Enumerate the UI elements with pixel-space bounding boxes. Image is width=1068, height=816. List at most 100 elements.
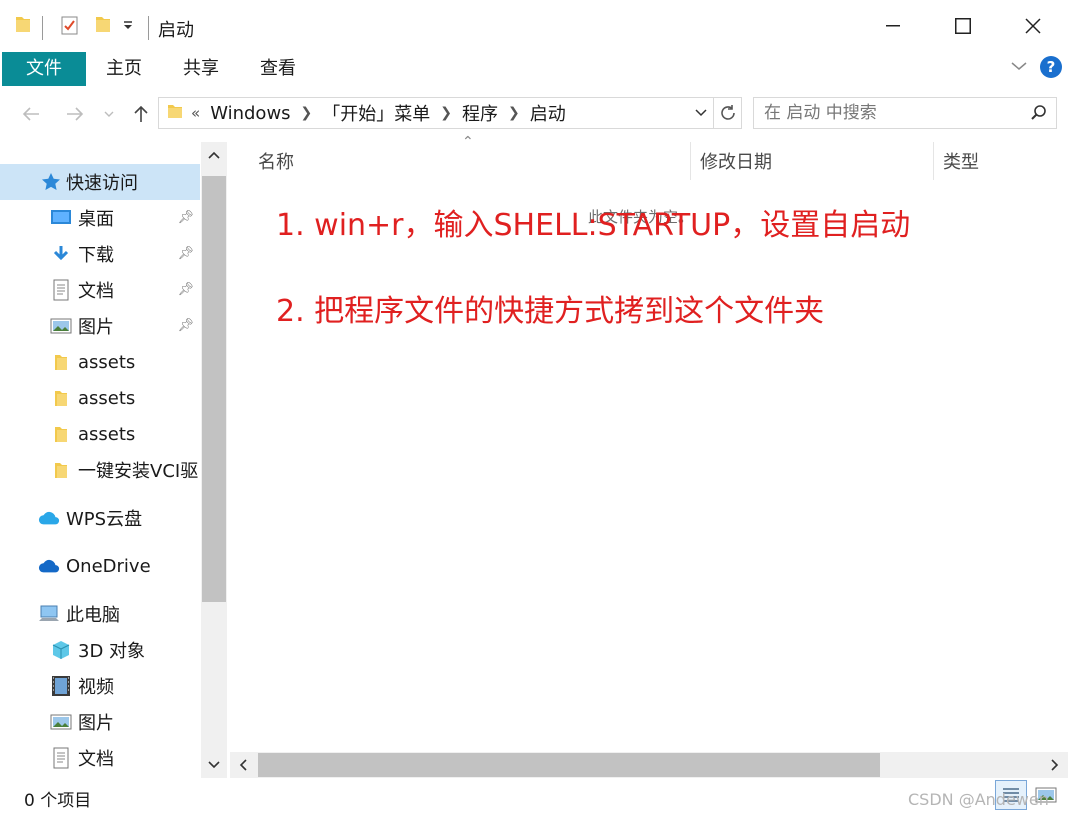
status-bar: 0 个项目 CSDN @Andewen xyxy=(0,778,1068,816)
column-header-name[interactable]: 名称 xyxy=(258,142,294,180)
nav-label: 图片 xyxy=(78,713,114,734)
navigation-pane: 快速访问 桌面 📌︎ 下载 📌︎ 文档 📌︎ 图片 📌︎ assets asse… xyxy=(0,142,228,778)
video-icon xyxy=(50,675,72,697)
nav-label: 下载 xyxy=(78,245,114,266)
address-history-chevron-down-icon[interactable] xyxy=(689,106,713,121)
tab-view[interactable]: 查看 xyxy=(246,52,310,86)
scroll-up-chevron-icon[interactable] xyxy=(201,142,227,168)
scrollbar-thumb[interactable] xyxy=(202,176,226,602)
nav-item-assets[interactable]: assets xyxy=(0,344,200,380)
nav-wps-cloud[interactable]: WPS云盘 xyxy=(0,500,200,536)
annotation-step-2: 2. 把程序文件的快捷方式拷到这个文件夹 xyxy=(276,294,825,329)
address-bar[interactable]: « Windows ❯ 「开始」菜单 ❯ 程序 ❯ 启动 xyxy=(158,97,742,129)
nav-this-pc[interactable]: 此电脑 xyxy=(0,596,200,632)
3d-objects-icon xyxy=(50,639,72,661)
search-icon[interactable] xyxy=(1022,98,1056,128)
nav-item-downloads[interactable]: 下载 📌︎ xyxy=(0,236,200,272)
computer-icon xyxy=(38,603,60,625)
scrollbar-thumb[interactable] xyxy=(258,753,880,777)
nav-onedrive[interactable]: OneDrive xyxy=(0,548,200,584)
nav-quick-access[interactable]: 快速访问 xyxy=(0,164,200,200)
sort-ascending-icon: ⌃ xyxy=(462,134,474,150)
column-header-type[interactable]: 类型 xyxy=(943,142,979,180)
nav-item-documents[interactable]: 文档 📌︎ xyxy=(0,272,200,308)
breadcrumb-item[interactable]: 「开始」菜单 xyxy=(322,100,430,126)
chevron-right-icon[interactable]: ❯ xyxy=(301,105,313,121)
nav-label: assets xyxy=(78,423,136,445)
address-row: « Windows ❯ 「开始」菜单 ❯ 程序 ❯ 启动 xyxy=(0,86,1068,142)
minimize-button[interactable] xyxy=(858,0,928,52)
onedrive-cloud-icon xyxy=(38,555,60,577)
nav-label: assets xyxy=(78,387,136,409)
nav-item-desktop[interactable]: 桌面 📌︎ xyxy=(0,200,200,236)
nav-label: 一键安装VCI驱 xyxy=(78,461,199,482)
breadcrumb-overflow[interactable]: « xyxy=(191,104,200,122)
folder-icon xyxy=(50,459,72,481)
folder-icon xyxy=(167,102,183,125)
folder-icon xyxy=(50,423,72,445)
help-icon[interactable]: ? xyxy=(1040,56,1062,78)
folder-icon xyxy=(50,387,72,409)
navigation-scrollbar[interactable] xyxy=(201,142,227,778)
properties-icon[interactable] xyxy=(60,14,80,36)
scroll-left-chevron-icon[interactable] xyxy=(230,752,256,778)
nav-label: 文档 xyxy=(78,749,114,770)
expand-ribbon-icon[interactable] xyxy=(1010,57,1028,77)
nav-item-pictures[interactable]: 图片 📌︎ xyxy=(0,308,200,344)
pin-icon[interactable]: 📌︎ xyxy=(177,318,194,333)
nav-item-pictures[interactable]: 图片 xyxy=(0,704,200,740)
folder-icon xyxy=(50,351,72,373)
desktop-icon xyxy=(50,207,72,229)
pin-icon[interactable]: 📌︎ xyxy=(177,246,194,261)
file-list[interactable]: ⌃ 名称 修改日期 类型 此文件夹为空。 1. win+r，输入SHELL:ST… xyxy=(230,134,1068,752)
document-icon xyxy=(50,279,72,301)
up-button[interactable] xyxy=(128,102,154,126)
nav-item-assets[interactable]: assets xyxy=(0,416,200,452)
watermark: CSDN @Andewen xyxy=(908,790,1049,809)
content-horizontal-scrollbar[interactable] xyxy=(230,752,1068,778)
chevron-right-icon[interactable]: ❯ xyxy=(508,105,520,121)
tab-share[interactable]: 共享 xyxy=(168,52,234,86)
nav-item-3d-objects[interactable]: 3D 对象 xyxy=(0,632,200,668)
nav-label: WPS云盘 xyxy=(66,509,143,530)
nav-label: 桌面 xyxy=(78,209,114,230)
pin-icon[interactable]: 📌︎ xyxy=(177,282,194,297)
folder-icon xyxy=(14,14,32,34)
close-button[interactable] xyxy=(998,0,1068,52)
nav-label: assets xyxy=(78,351,136,373)
chevron-right-icon[interactable]: ❯ xyxy=(440,105,452,121)
customize-toolbar-dropdown-icon[interactable] xyxy=(122,20,134,32)
column-header-modified[interactable]: 修改日期 xyxy=(700,142,772,180)
annotation-step-1: 1. win+r，输入SHELL:STARTUP，设置自启动 xyxy=(276,208,911,243)
search-box[interactable] xyxy=(753,97,1057,129)
search-input[interactable] xyxy=(764,103,1022,123)
refresh-button[interactable] xyxy=(713,98,741,128)
download-icon xyxy=(50,243,72,265)
recent-locations-chevron-down-icon[interactable] xyxy=(98,102,120,126)
maximize-button[interactable] xyxy=(928,0,998,52)
window-title: 启动 xyxy=(158,20,194,41)
title-bar: 启动 xyxy=(0,0,1068,52)
star-icon xyxy=(40,171,62,193)
document-icon xyxy=(50,747,72,769)
tab-home[interactable]: 主页 xyxy=(92,52,156,86)
nav-item-assets[interactable]: assets xyxy=(0,380,200,416)
breadcrumb-item[interactable]: Windows xyxy=(210,103,290,124)
new-folder-icon[interactable] xyxy=(94,14,112,34)
nav-label: 3D 对象 xyxy=(78,641,146,662)
scroll-right-chevron-icon[interactable] xyxy=(1042,752,1068,778)
breadcrumb-item[interactable]: 启动 xyxy=(530,100,566,126)
nav-label: 文档 xyxy=(78,281,114,302)
nav-item-vci-installer[interactable]: 一键安装VCI驱 xyxy=(0,452,200,488)
forward-button[interactable] xyxy=(62,102,88,126)
tab-file[interactable]: 文件 xyxy=(2,52,86,86)
pin-icon[interactable]: 📌︎ xyxy=(177,210,194,225)
back-button[interactable] xyxy=(18,102,44,126)
nav-label: 快速访问 xyxy=(66,173,138,194)
scroll-down-chevron-icon[interactable] xyxy=(201,752,227,778)
nav-item-documents[interactable]: 文档 xyxy=(0,740,200,776)
nav-label: 图片 xyxy=(78,317,114,338)
nav-item-videos[interactable]: 视频 xyxy=(0,668,200,704)
breadcrumb-item[interactable]: 程序 xyxy=(462,100,498,126)
ribbon: 文件 主页 共享 查看 ? xyxy=(0,52,1068,86)
